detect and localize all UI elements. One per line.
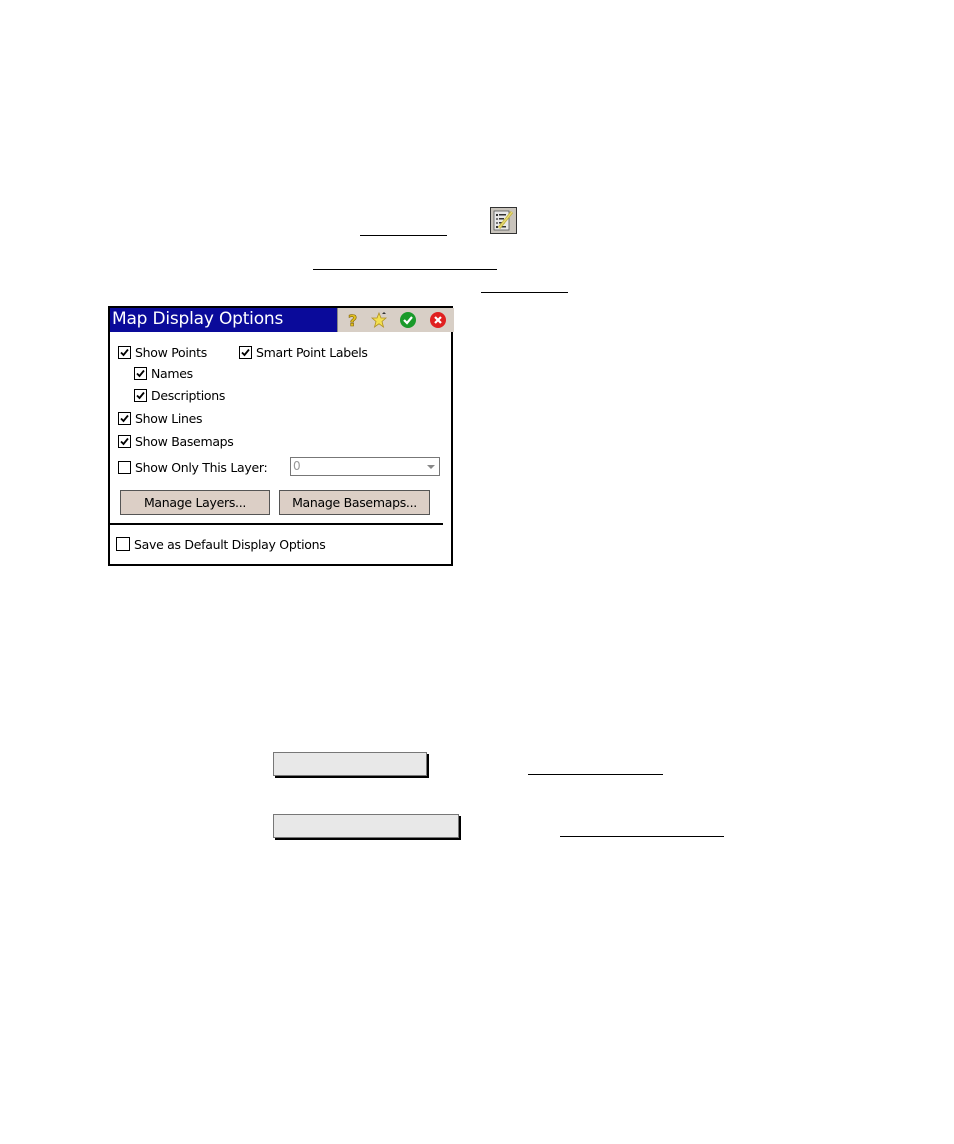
redacted-link-2[interactable] [313,269,497,270]
checkbox-label: Show Lines [135,410,203,426]
map-display-options-icon [490,207,517,234]
checkbox-label: Save as Default Display Options [134,536,326,552]
title-icon-group: ? [337,308,454,332]
map-display-options-dialog: Map Display Options ? Show Points Smart … [108,306,454,566]
redacted-link-3[interactable] [481,292,568,293]
show-only-this-layer-checkbox[interactable]: Show Only This Layer: [118,458,268,476]
help-icon[interactable]: ? [343,311,361,331]
redacted-link-1[interactable] [360,235,447,236]
svg-text:?: ? [348,311,357,329]
checkbox-label: Descriptions [151,387,226,403]
redacted-link-4[interactable] [528,774,663,775]
smart-point-labels-checkbox[interactable]: Smart Point Labels [239,343,368,361]
favorite-star-icon[interactable] [370,311,388,329]
checkbox-box[interactable] [134,388,147,402]
redacted-placeholder-2 [273,814,459,838]
ok-check-icon[interactable] [399,311,417,329]
show-points-checkbox[interactable]: Show Points [118,343,207,361]
names-checkbox[interactable]: Names [134,364,193,382]
checkbox-box[interactable] [118,460,131,474]
close-icon[interactable] [429,311,447,329]
dialog-title: Map Display Options [112,309,284,329]
manage-layers-button[interactable]: Manage Layers... [120,490,270,515]
dialog-separator [110,523,443,525]
show-basemaps-checkbox[interactable]: Show Basemaps [118,432,234,450]
checkbox-box[interactable] [118,434,131,448]
layer-select-value: 0 [293,459,301,473]
checkbox-label: Show Basemaps [135,433,234,449]
save-default-checkbox[interactable]: Save as Default Display Options [116,535,326,553]
checkbox-label: Names [151,365,193,381]
checkbox-label: Show Points [135,344,207,360]
checkbox-box[interactable] [134,366,147,380]
manage-basemaps-button[interactable]: Manage Basemaps... [279,490,430,515]
checkbox-label: Smart Point Labels [256,344,368,360]
redacted-link-5[interactable] [560,836,724,837]
redacted-placeholder-1 [273,752,427,776]
checkbox-box[interactable] [118,345,131,359]
show-lines-checkbox[interactable]: Show Lines [118,409,203,427]
checkbox-label: Show Only This Layer: [135,459,268,475]
chevron-down-icon[interactable] [427,465,435,469]
dialog-titlebar: Map Display Options ? [110,308,454,332]
checkbox-box[interactable] [118,411,131,425]
checkbox-box[interactable] [116,537,130,551]
layer-select[interactable]: 0 [290,457,440,476]
descriptions-checkbox[interactable]: Descriptions [134,386,225,404]
checkbox-box[interactable] [239,345,252,359]
